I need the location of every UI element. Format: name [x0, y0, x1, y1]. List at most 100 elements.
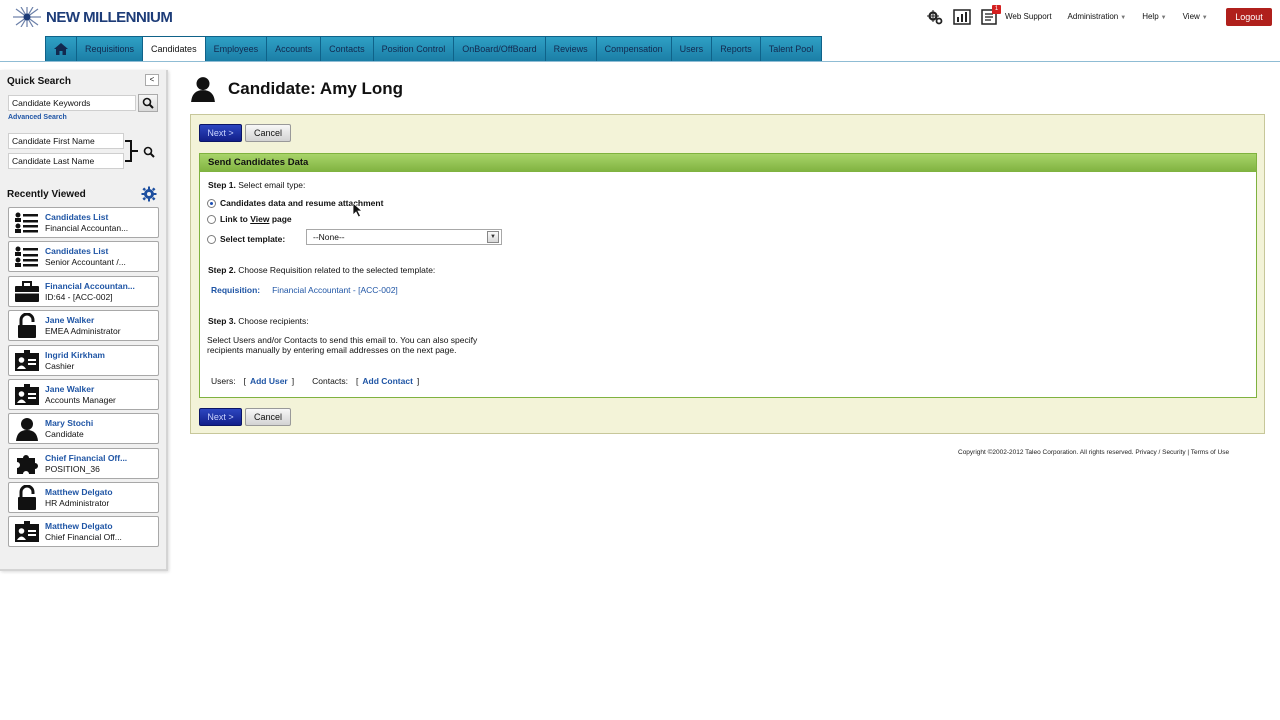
- option-select-template[interactable]: Select template:: [207, 234, 285, 244]
- nav-divider: [0, 61, 1280, 62]
- recent-item-name: Jane Walker: [45, 314, 95, 325]
- template-select[interactable]: --None-- ▼: [306, 229, 502, 245]
- option-label-underlined: View: [250, 214, 270, 224]
- contacts-label: Contacts:: [312, 376, 349, 386]
- id-card-icon: [9, 517, 45, 546]
- step-2-text: Choose Requisition related to the select…: [238, 265, 436, 275]
- recent-item-name: Financial Accountan...: [45, 280, 135, 291]
- advanced-search-link[interactable]: Advanced Search: [8, 114, 67, 121]
- radio-button[interactable]: [207, 234, 216, 244]
- candidate-last-name-input[interactable]: Candidate Last Name: [8, 153, 124, 169]
- option-link-to-view-page[interactable]: Link to View page: [207, 214, 292, 224]
- add-user-link[interactable]: Add User: [250, 376, 288, 386]
- mouse-pointer-icon: [352, 202, 364, 218]
- step-2-label: Step 2. Choose Requisition related to th…: [208, 265, 435, 275]
- chevron-down-icon: ▼: [1120, 15, 1127, 21]
- puzzle-icon: [9, 449, 45, 478]
- next-button-bottom[interactable]: Next >: [199, 408, 242, 426]
- option-label: Select template:: [220, 234, 286, 244]
- recent-item[interactable]: Ingrid Kirkham Cashier: [8, 345, 159, 376]
- tab-reviews[interactable]: Reviews: [545, 36, 597, 62]
- recent-item[interactable]: Chief Financial Off... POSITION_36: [8, 448, 159, 479]
- top-bar: NEW MILLENNIUM 1 Web Support Administrat…: [0, 0, 1280, 34]
- keyword-search-button[interactable]: [138, 94, 158, 112]
- tools-icon[interactable]: [926, 8, 944, 26]
- add-contact-link[interactable]: Add Contact: [362, 376, 413, 386]
- id-card-icon: [9, 346, 45, 375]
- web-support-link[interactable]: Web Support: [1005, 12, 1052, 21]
- bracket-open: [: [356, 376, 359, 386]
- tab-onboard-offboard[interactable]: OnBoard/OffBoard: [454, 36, 546, 62]
- tab-users[interactable]: Users: [671, 36, 713, 62]
- recent-item-name: Mary Stochi: [45, 417, 94, 428]
- chevron-down-icon[interactable]: ▼: [487, 231, 499, 243]
- help-menu[interactable]: Help ▼: [1142, 12, 1166, 21]
- tab-home[interactable]: [45, 36, 77, 62]
- step-2-number: Step 2.: [208, 265, 236, 275]
- recent-item-detail: Accounts Manager: [45, 394, 116, 405]
- tab-accounts[interactable]: Accounts: [267, 36, 322, 62]
- recent-item[interactable]: Mary Stochi Candidate: [8, 413, 159, 444]
- tab-employees[interactable]: Employees: [205, 36, 268, 62]
- bracket-close: ]: [416, 376, 420, 386]
- tab-talent-pool[interactable]: Talent Pool: [760, 36, 823, 62]
- recent-item[interactable]: Jane Walker EMEA Administrator: [8, 310, 159, 341]
- bracket-close: ]: [291, 376, 295, 386]
- step-3-text: Choose recipients:: [238, 316, 309, 326]
- name-search-button[interactable]: [139, 143, 159, 161]
- recent-item[interactable]: Candidates List Financial Accountan...: [8, 207, 159, 238]
- view-menu[interactable]: View ▼: [1183, 12, 1208, 21]
- brand-logo[interactable]: NEW MILLENNIUM: [12, 6, 173, 28]
- tab-contacts[interactable]: Contacts: [321, 36, 374, 62]
- page-header: Candidate: Amy Long: [190, 74, 403, 104]
- brand-name: NEW MILLENNIUM: [46, 8, 173, 26]
- briefcase-icon: [9, 277, 45, 306]
- logout-button[interactable]: Logout: [1226, 8, 1272, 26]
- requisition-label: Requisition:: [211, 285, 261, 295]
- recent-item[interactable]: Jane Walker Accounts Manager: [8, 379, 159, 410]
- report-icon[interactable]: [953, 8, 971, 26]
- list-icon: [9, 208, 45, 237]
- option-label-suffix: page: [269, 214, 292, 224]
- step-1-text: Select email type:: [238, 180, 306, 190]
- cancel-button[interactable]: Cancel: [245, 124, 291, 142]
- tasks-icon[interactable]: 1: [980, 5, 1001, 26]
- recent-item-detail: ID:64 - [ACC-002]: [45, 291, 113, 302]
- recent-item-name: Matthew Delgato: [45, 520, 113, 531]
- recent-item-detail: Chief Financial Off...: [45, 531, 122, 542]
- name-search-bracket-stem: [132, 150, 138, 152]
- id-card-icon: [9, 380, 45, 409]
- quick-search-title: Quick Search: [7, 76, 71, 87]
- candidate-keywords-input[interactable]: Candidate Keywords: [8, 95, 136, 111]
- tab-candidates[interactable]: Candidates: [143, 36, 206, 62]
- administration-menu[interactable]: Administration ▼: [1068, 12, 1127, 21]
- step-1-number: Step 1.: [208, 180, 236, 190]
- gear-icon[interactable]: [141, 186, 157, 202]
- recent-item-detail: Candidate: [45, 428, 84, 439]
- step-3-number: Step 3.: [208, 316, 236, 326]
- recent-item[interactable]: Matthew Delgato Chief Financial Off...: [8, 516, 159, 547]
- collapse-sidebar-button[interactable]: <: [145, 74, 159, 86]
- requisition-link[interactable]: Financial Accountant - [ACC-002]: [272, 285, 398, 295]
- recent-item-detail: POSITION_36: [45, 463, 100, 474]
- recent-item-detail: EMEA Administrator: [45, 325, 121, 336]
- radio-button-selected[interactable]: [207, 198, 216, 208]
- recent-item-detail: Cashier: [45, 360, 75, 371]
- chevron-down-icon: ▼: [1160, 15, 1167, 21]
- recent-item-detail: Senior Accountant /...: [45, 256, 126, 267]
- tab-reports[interactable]: Reports: [712, 36, 761, 62]
- users-label: Users:: [211, 376, 236, 386]
- recent-item[interactable]: Financial Accountan... ID:64 - [ACC-002]: [8, 276, 159, 307]
- candidate-first-name-input[interactable]: Candidate First Name: [8, 133, 124, 149]
- tab-requisitions[interactable]: Requisitions: [77, 36, 144, 62]
- template-select-value: --None--: [313, 232, 345, 242]
- recent-item[interactable]: Candidates List Senior Accountant /...: [8, 241, 159, 272]
- radio-button[interactable]: [207, 214, 216, 224]
- tab-position-control[interactable]: Position Control: [373, 36, 455, 62]
- tab-compensation[interactable]: Compensation: [596, 36, 672, 62]
- starburst-logo-icon: [13, 7, 41, 27]
- person-icon: [9, 414, 45, 443]
- next-button[interactable]: Next >: [199, 124, 242, 142]
- recent-item[interactable]: Matthew Delgato HR Administrator: [8, 482, 159, 513]
- cancel-button-bottom[interactable]: Cancel: [245, 408, 291, 426]
